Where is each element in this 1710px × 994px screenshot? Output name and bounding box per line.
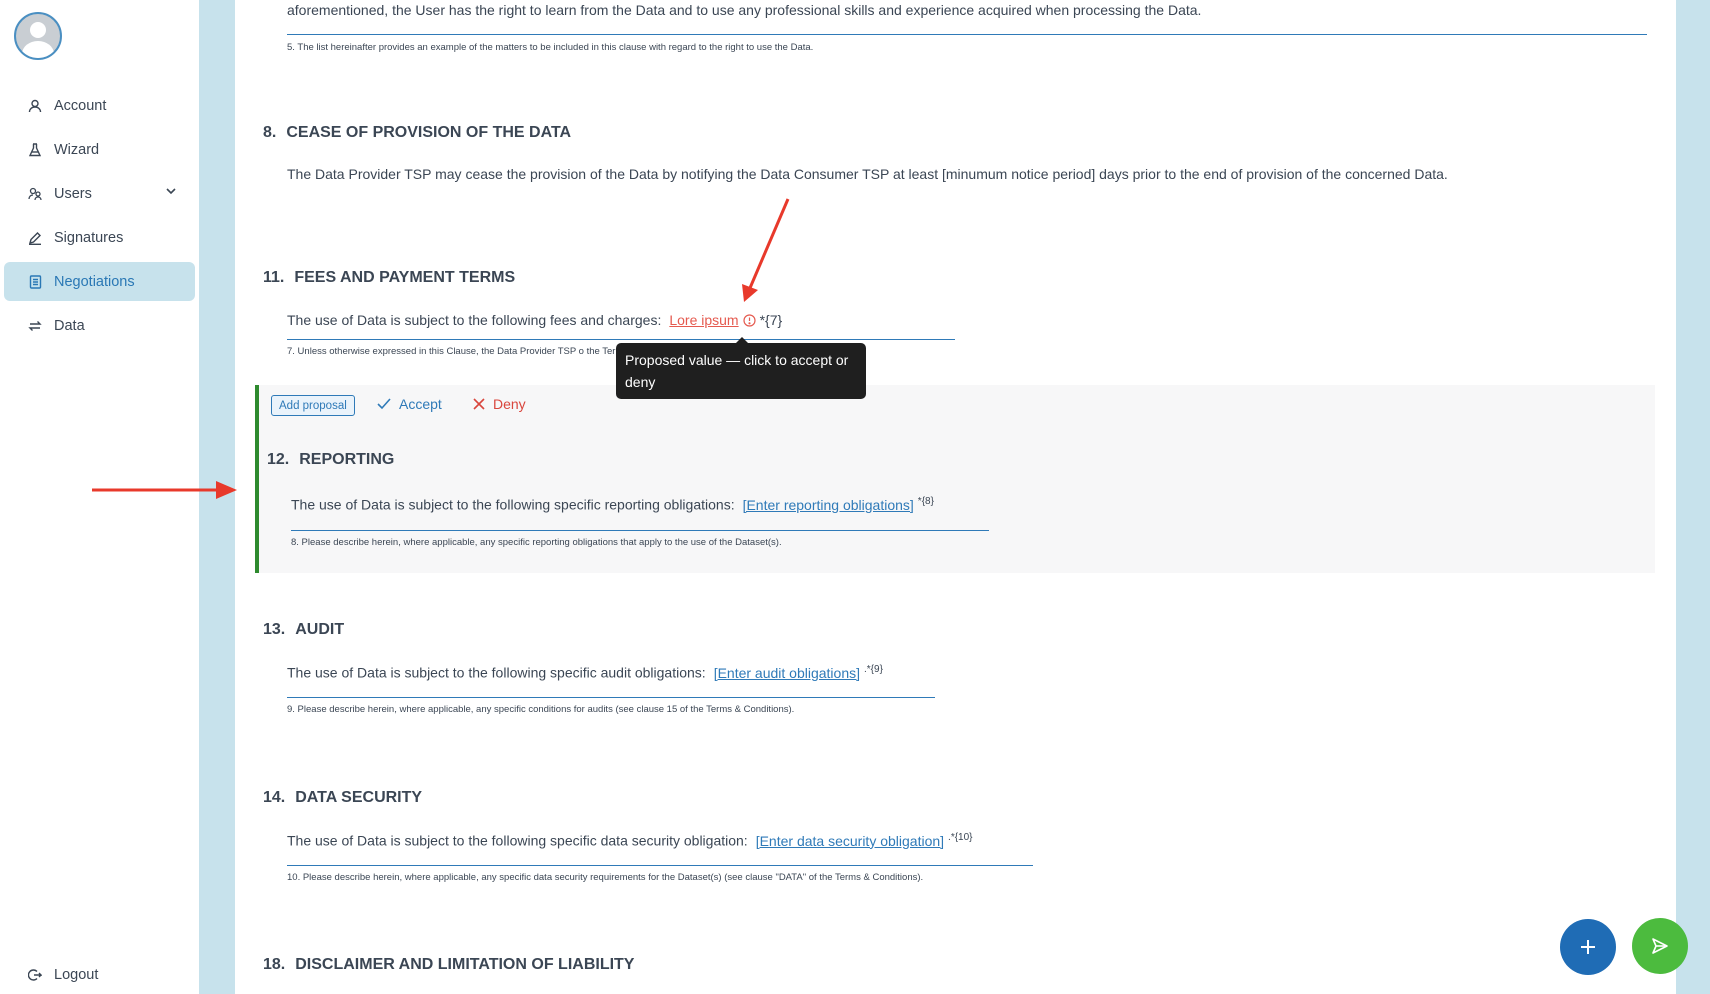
sidebar-item-label: Data [54,317,85,334]
divider [287,865,1033,866]
accept-button[interactable]: Accept [377,396,442,412]
sidebar-item-label: Account [54,97,107,114]
clause-text: aforementioned, the User has the right t… [287,2,1202,18]
annotation-arrow-right-icon [92,481,237,499]
audit-field-link[interactable]: [Enter audit obligations] [714,665,860,681]
sidebar-item-label: Wizard [54,141,100,158]
sidebar-item-account[interactable]: Account [4,86,195,125]
data-security-field-link[interactable]: [Enter data security obligation] [756,833,944,849]
proposal-highlight: Add proposal Accept Deny 12. REPORTING Th… [255,385,1655,573]
footnote-ref: *{8} [917,496,934,507]
proposed-value-link[interactable]: Lore ipsum [669,312,738,328]
section-heading: 18. DISCLAIMER AND LIMITATION OF LIABILIT… [263,956,635,973]
sidebar-item-data[interactable]: Data [4,306,195,345]
send-button[interactable] [1632,918,1688,974]
footnote: 9. Please describe herein, where applica… [287,704,795,715]
footnote-ref: .*{10} [948,832,973,843]
close-icon [473,398,485,410]
annotation-arrow-down-icon [742,198,790,302]
clause-fees: The use of Data is subject to the follow… [287,312,783,330]
chevron-down-icon[interactable] [165,185,177,201]
divider [291,530,989,531]
contract-document: aforementioned, the User has the right t… [235,0,1676,994]
footnote-ref: *{7} [759,312,783,328]
sidebar-item-label: Users [54,185,92,202]
logout-label: Logout [54,966,99,983]
clause-data-security: The use of Data is subject to the follow… [287,832,973,849]
deny-button[interactable]: Deny [473,396,526,412]
add-button[interactable] [1560,919,1616,975]
send-icon [1650,936,1670,956]
transfer-icon [26,317,44,335]
footnote: 10. Please describe herein, where applic… [287,872,924,883]
divider [287,697,935,698]
clause-text: The Data Provider TSP may cease the prov… [287,166,1448,182]
users-icon [26,185,44,203]
section-heading: 11. FEES AND PAYMENT TERMS [263,269,516,286]
section-heading: 13. AUDIT [263,621,345,638]
section-heading: 12. REPORTING [267,451,395,468]
section-heading: 14. DATA SECURITY [263,789,423,806]
add-proposal-button[interactable]: Add proposal [271,395,355,416]
flask-icon [26,141,44,159]
warning-icon [743,314,756,330]
clause-reporting: The use of Data is subject to the follow… [291,496,934,513]
document-icon [26,273,44,291]
sidebar-item-label: Negotiations [54,273,135,290]
sidebar-item-users[interactable]: Users [4,174,195,213]
divider [287,339,955,340]
section-heading: 8. CEASE OF PROVISION OF THE DATA [263,124,572,141]
logout-icon [26,966,44,984]
plus-icon [1579,938,1597,956]
proposed-value-tooltip: Proposed value — click to accept or deny [616,337,866,399]
logout-button[interactable]: Logout [4,955,195,994]
user-icon [26,97,44,115]
footnote: 5. The list hereinafter provides an exam… [287,42,814,53]
reporting-field-link[interactable]: [Enter reporting obligations] [743,497,914,513]
footnote: 8. Please describe herein, where applica… [291,537,782,548]
divider [287,34,1647,35]
sidebar-item-signatures[interactable]: Signatures [4,218,195,257]
sidebar-item-label: Signatures [54,229,124,246]
footnote-ref: .*{9} [864,664,883,675]
avatar[interactable] [14,12,62,60]
pen-icon [26,229,44,247]
sidebar-item-wizard[interactable]: Wizard [4,130,195,169]
sidebar-item-negotiations[interactable]: Negotiations [4,262,195,301]
clause-audit: The use of Data is subject to the follow… [287,664,883,681]
check-icon [377,398,391,410]
